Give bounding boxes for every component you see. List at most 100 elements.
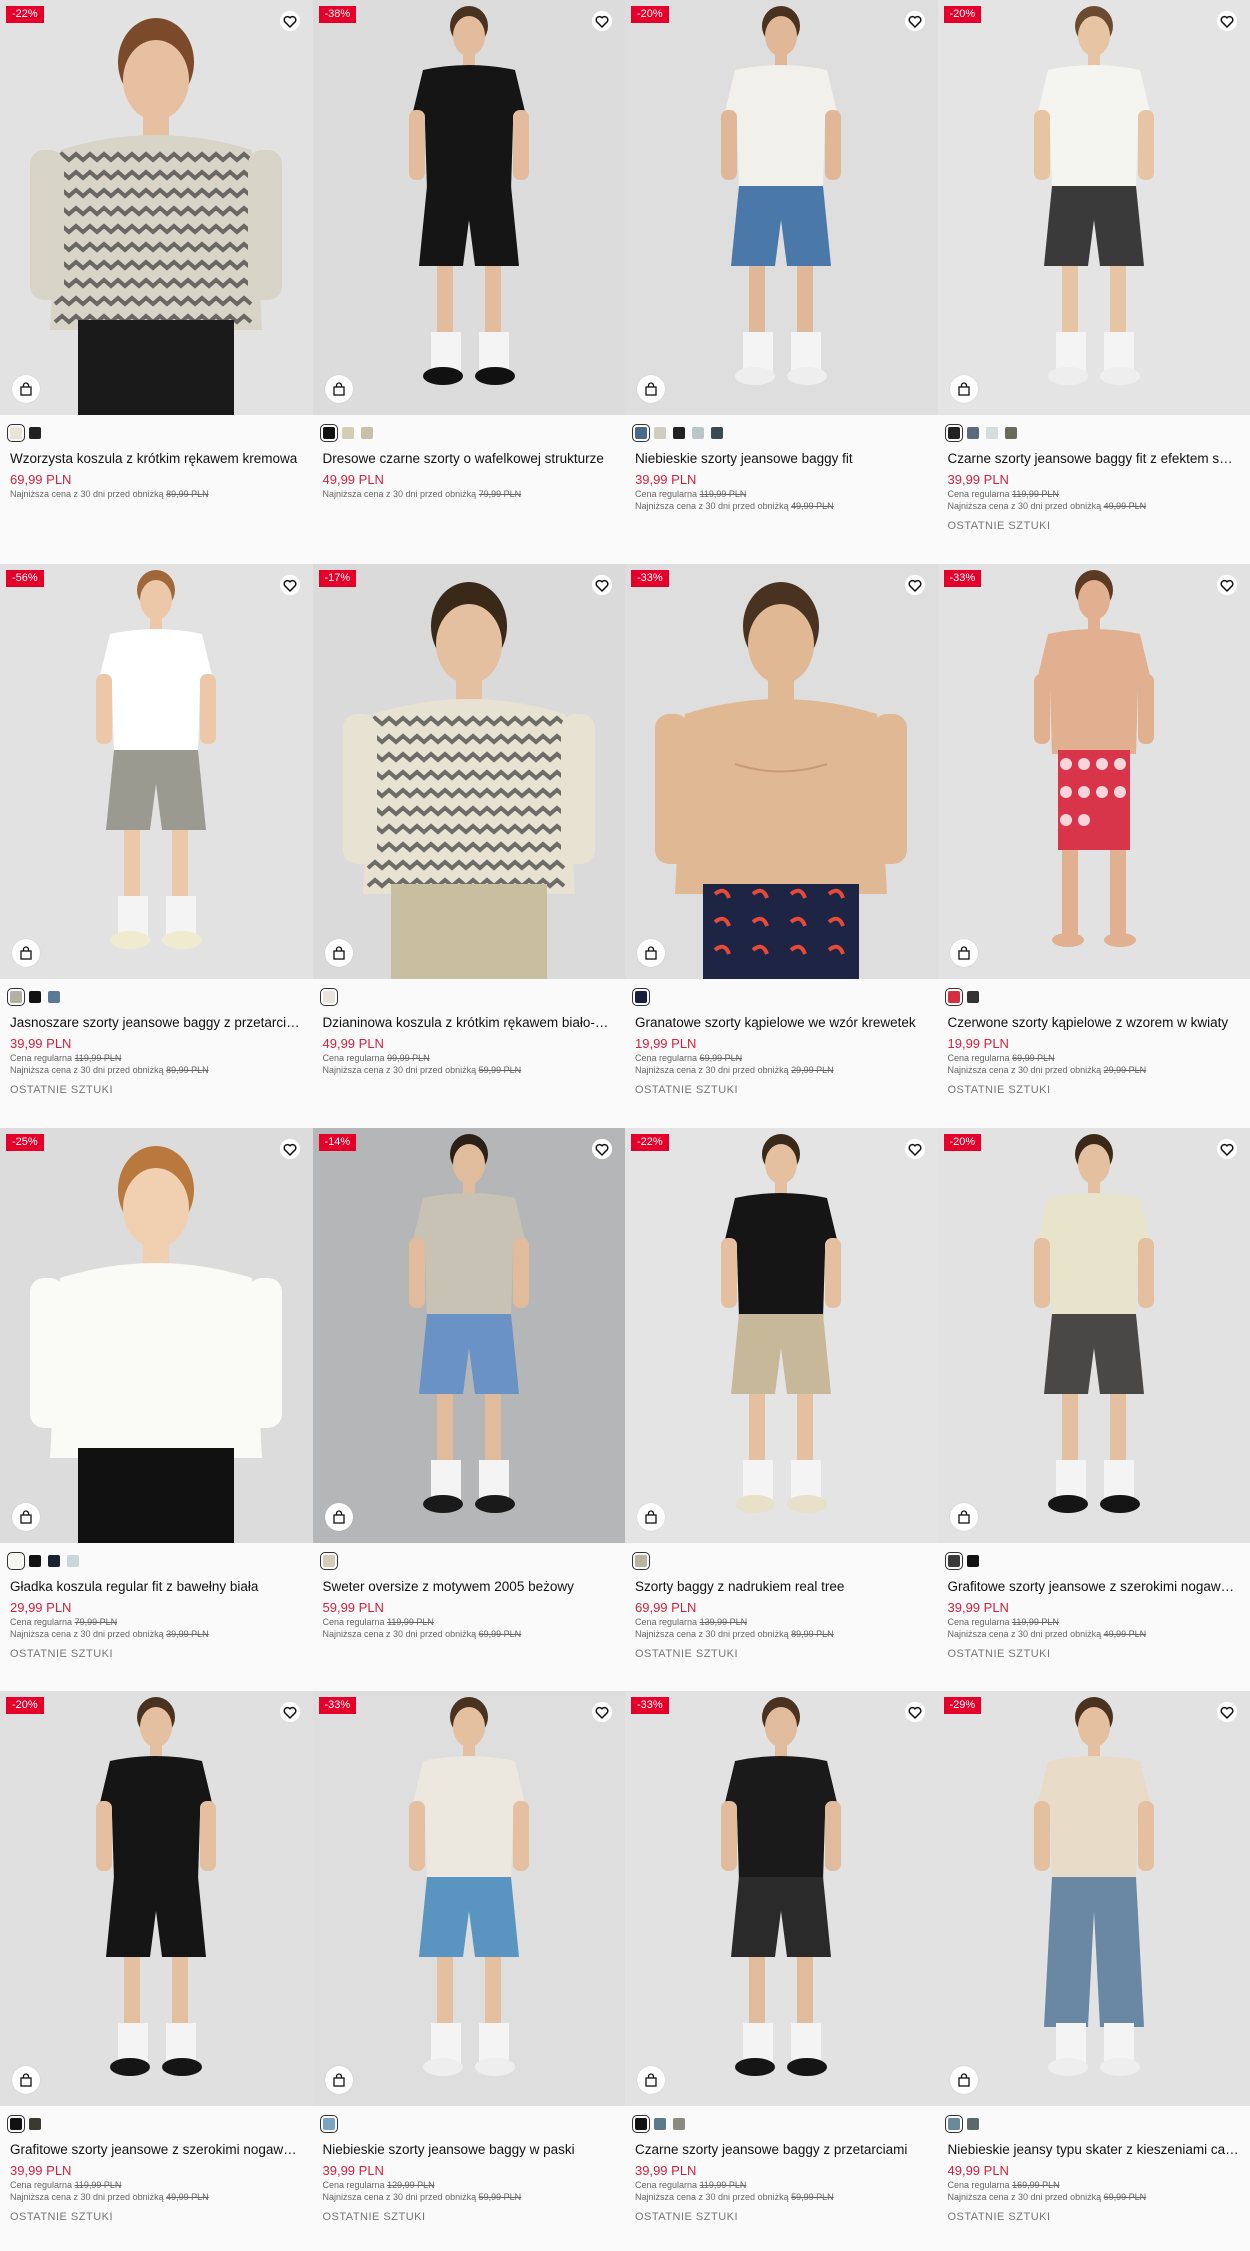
product-photo[interactable]: -22% — [625, 1127, 938, 1543]
shopping-bag-icon[interactable] — [324, 375, 353, 403]
color-swatch[interactable] — [966, 990, 979, 1003]
product-name[interactable]: Czarne szorty jeansowe baggy z przetarci… — [635, 2141, 928, 2159]
heart-icon[interactable] — [591, 1701, 613, 1723]
product-photo[interactable]: -20% — [937, 1127, 1250, 1543]
product-photo[interactable]: -22% — [0, 0, 313, 415]
product-name[interactable]: Gładka koszula regular fit z bawełny bia… — [10, 1578, 303, 1596]
color-swatch[interactable] — [360, 427, 373, 439]
color-swatch[interactable] — [944, 987, 963, 1006]
color-swatch[interactable] — [944, 1551, 963, 1570]
shopping-bag-icon[interactable] — [324, 2066, 353, 2095]
color-swatch[interactable] — [944, 424, 963, 442]
color-swatch[interactable] — [632, 1551, 650, 1570]
heart-icon[interactable] — [1216, 574, 1238, 596]
color-swatch[interactable] — [67, 1554, 79, 1567]
heart-icon[interactable] — [904, 10, 926, 32]
color-swatch[interactable] — [654, 427, 666, 439]
heart-icon[interactable] — [904, 1138, 926, 1160]
color-swatch[interactable] — [29, 427, 41, 439]
shopping-bag-icon[interactable] — [12, 938, 40, 967]
shopping-bag-icon[interactable] — [949, 375, 978, 403]
product-card[interactable]: -20% Niebieskie szorty jeansowe baggy fit… — [625, 0, 938, 564]
color-swatch[interactable] — [319, 2115, 338, 2134]
product-photo[interactable]: -33% — [937, 563, 1250, 979]
heart-icon[interactable] — [1216, 1138, 1238, 1160]
color-swatch[interactable] — [7, 987, 25, 1006]
product-photo[interactable]: -20% — [625, 0, 938, 415]
color-swatch[interactable] — [692, 427, 704, 439]
color-swatch[interactable] — [632, 2115, 650, 2134]
product-card[interactable]: -33% Niebieskie szorty jeansowe baggy w p… — [312, 1691, 625, 2251]
product-photo[interactable]: -29% — [937, 1691, 1250, 2107]
product-photo[interactable]: -25% — [0, 1127, 313, 1543]
product-card[interactable]: -17% Dzianinowa koszula z krótkim rękawem… — [312, 563, 625, 1128]
product-card[interactable]: -14% Sweter oversize z motywem 2005 beżow… — [312, 1127, 625, 1692]
shopping-bag-icon[interactable] — [12, 375, 40, 403]
shopping-bag-icon[interactable] — [949, 2066, 978, 2095]
product-card[interactable]: -25% Gładka koszula regular fit z bawełny… — [0, 1127, 313, 1692]
color-swatch[interactable] — [29, 1554, 41, 1567]
color-swatch[interactable] — [7, 2115, 25, 2134]
color-swatch[interactable] — [29, 990, 41, 1003]
product-photo[interactable]: -17% — [312, 563, 625, 979]
heart-icon[interactable] — [279, 1701, 301, 1723]
product-card[interactable]: -38% Dresowe czarne szorty o wafelkowej s… — [312, 0, 625, 564]
product-card[interactable]: -22% Wzorzysta koszula z krótkim rękawem … — [0, 0, 313, 564]
color-swatch[interactable] — [632, 987, 650, 1006]
color-swatch[interactable] — [654, 2118, 666, 2131]
product-card[interactable]: -56% Jasnoszare szorty jeansowe baggy z p… — [0, 563, 313, 1128]
shopping-bag-icon[interactable] — [637, 938, 665, 967]
color-swatch[interactable] — [48, 1554, 60, 1567]
product-name[interactable]: Czarne szorty jeansowe baggy fit z efekt… — [948, 450, 1241, 468]
product-card[interactable]: -33% Granatowe szorty kąpielowe we wzór k… — [625, 563, 938, 1128]
product-name[interactable]: Wzorzysta koszula z krótkim rękawem krem… — [10, 450, 303, 468]
product-name[interactable]: Szorty baggy z nadrukiem real tree — [635, 1578, 928, 1596]
product-card[interactable]: -33% Czarne szorty jeansowe baggy z przet… — [625, 1691, 938, 2251]
product-photo[interactable]: -56% — [0, 563, 313, 979]
product-name[interactable]: Sweter oversize z motywem 2005 beżowy — [323, 1578, 616, 1596]
heart-icon[interactable] — [279, 10, 301, 32]
product-name[interactable]: Dzianinowa koszula z krótkim rękawem bia… — [323, 1014, 616, 1032]
product-card[interactable]: -22% Szorty baggy z nadrukiem real tree 69… — [625, 1127, 938, 1692]
color-swatch[interactable] — [673, 427, 685, 439]
shopping-bag-icon[interactable] — [637, 1502, 665, 1531]
color-swatch[interactable] — [632, 424, 650, 442]
heart-icon[interactable] — [904, 574, 926, 596]
product-photo[interactable]: -14% — [312, 1127, 625, 1543]
product-card[interactable]: -20% Grafitowe szorty jeansowe z szerokim… — [937, 1127, 1250, 1692]
product-photo[interactable]: -38% — [312, 0, 625, 415]
color-swatch[interactable] — [944, 2115, 963, 2134]
color-swatch[interactable] — [319, 987, 338, 1006]
product-photo[interactable]: -33% — [625, 1691, 938, 2107]
shopping-bag-icon[interactable] — [324, 1502, 353, 1531]
color-swatch[interactable] — [48, 990, 60, 1003]
heart-icon[interactable] — [591, 10, 613, 32]
product-card[interactable]: -29% Niebieskie jeansy typu skater z kies… — [937, 1691, 1250, 2251]
product-photo[interactable]: -33% — [312, 1691, 625, 2107]
heart-icon[interactable] — [1216, 10, 1238, 32]
product-name[interactable]: Czerwone szorty kąpielowe z wzorem w kwi… — [948, 1014, 1241, 1032]
product-name[interactable]: Jasnoszare szorty jeansowe baggy z przet… — [10, 1014, 303, 1032]
product-name[interactable]: Niebieskie szorty jeansowe baggy w paski — [323, 2141, 616, 2159]
product-photo[interactable]: -20% — [937, 0, 1250, 415]
product-photo[interactable]: -33% — [625, 563, 938, 979]
color-swatch[interactable] — [29, 2118, 41, 2131]
product-card[interactable]: -33% Czerwone szorty kąpielowe z wzorem w… — [937, 563, 1250, 1128]
color-swatch[interactable] — [7, 424, 25, 442]
heart-icon[interactable] — [1216, 1701, 1238, 1723]
color-swatch[interactable] — [985, 427, 998, 439]
color-swatch[interactable] — [341, 427, 354, 439]
product-photo[interactable]: -20% — [0, 1691, 313, 2107]
product-name[interactable]: Grafitowe szorty jeansowe z szerokimi no… — [10, 2141, 303, 2159]
color-swatch[interactable] — [319, 1551, 338, 1570]
color-swatch[interactable] — [966, 1554, 979, 1567]
heart-icon[interactable] — [591, 1138, 613, 1160]
shopping-bag-icon[interactable] — [949, 1502, 978, 1531]
color-swatch[interactable] — [319, 424, 338, 442]
color-swatch[interactable] — [673, 2118, 685, 2131]
product-name[interactable]: Dresowe czarne szorty o wafelkowej struk… — [323, 450, 616, 468]
product-name[interactable]: Niebieskie jeansy typu skater z kieszeni… — [948, 2141, 1241, 2159]
product-name[interactable]: Grafitowe szorty jeansowe z szerokimi no… — [948, 1578, 1241, 1596]
shopping-bag-icon[interactable] — [637, 375, 665, 403]
product-name[interactable]: Granatowe szorty kąpielowe we wzór krewe… — [635, 1014, 928, 1032]
